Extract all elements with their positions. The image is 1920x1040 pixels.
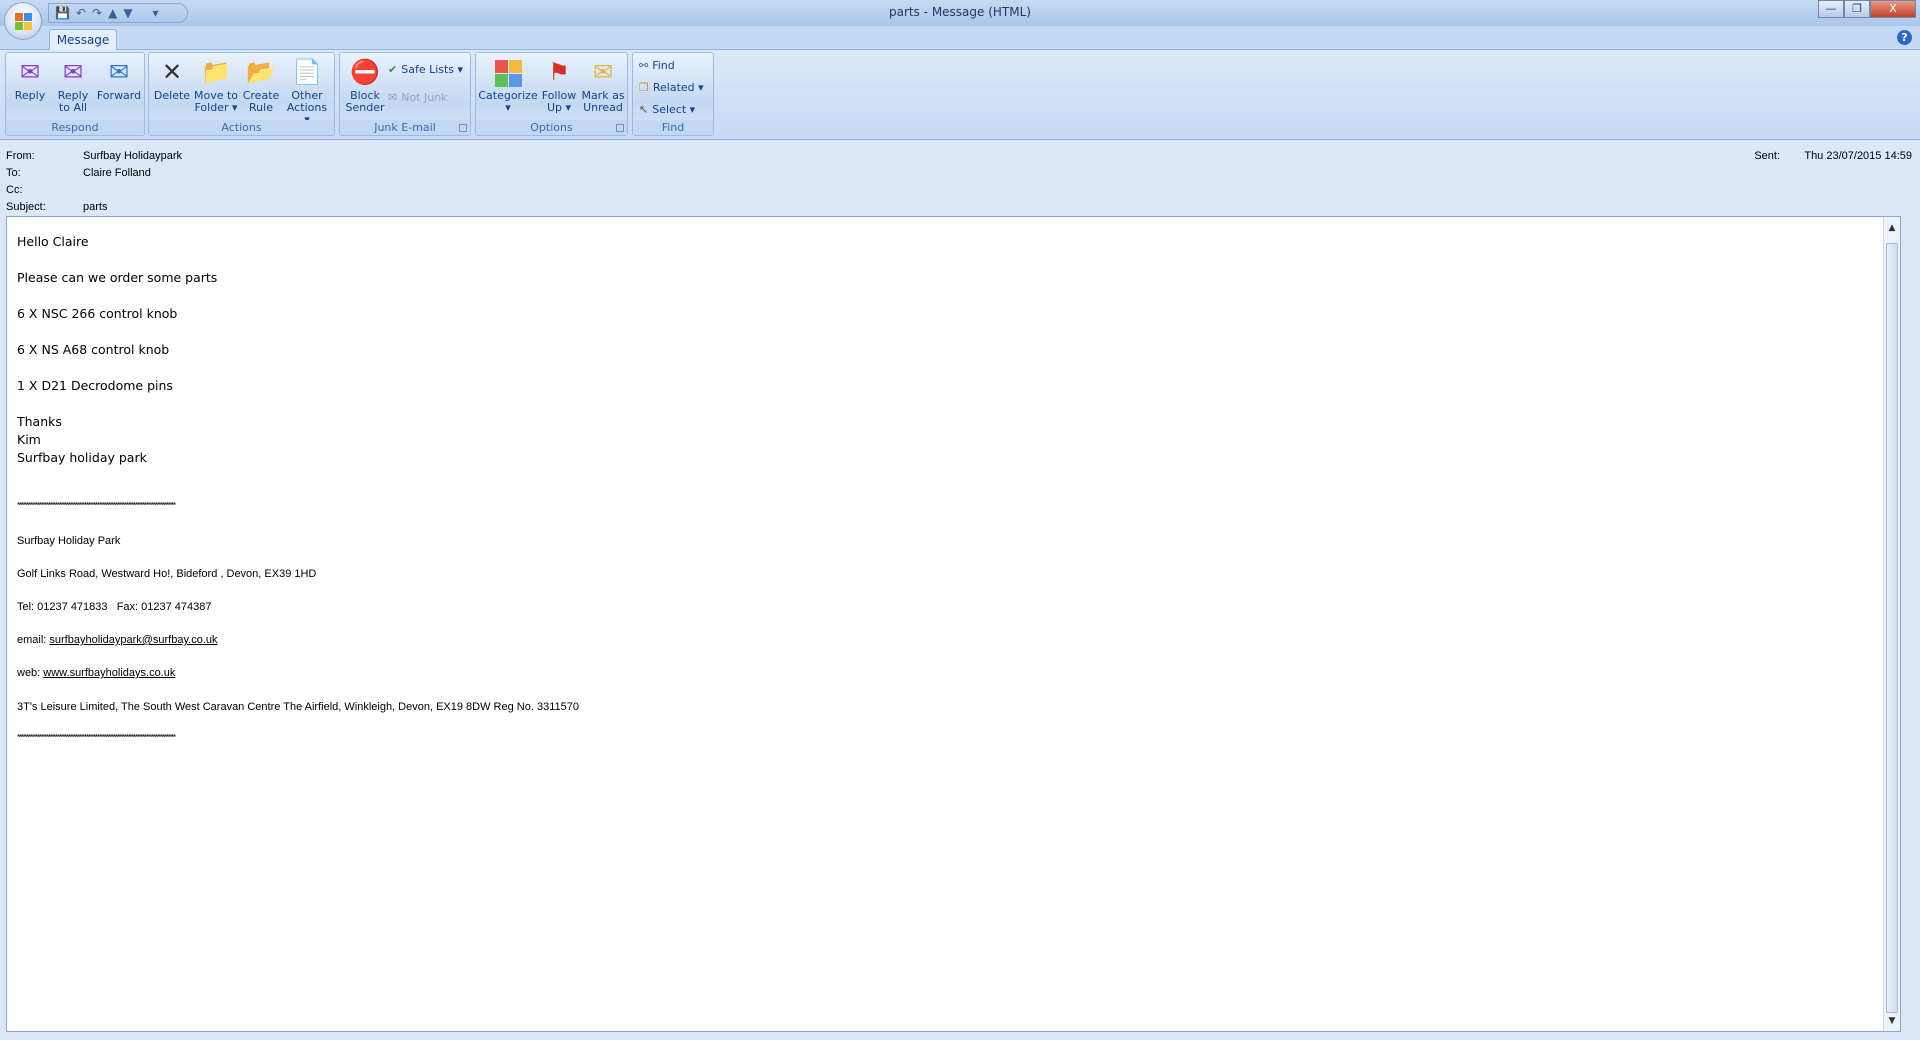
delete-icon: ✕ [161, 58, 183, 86]
create-rule-button[interactable]: 📂 Create Rule [241, 57, 281, 114]
subject-value: parts [83, 201, 108, 213]
to-label: To: [6, 167, 21, 179]
scroll-down-icon[interactable]: ▼ [1886, 1016, 1898, 1028]
not-junk-icon: ✉ [388, 91, 398, 104]
signature-company: 3T's Leisure Limited, The South West Car… [17, 701, 579, 713]
group-label: Options [476, 120, 627, 135]
signature-divider: ****************************************… [17, 733, 176, 742]
from-label: From: [6, 150, 35, 162]
dialog-launcher-icon[interactable] [459, 124, 467, 132]
cc-label: Cc: [6, 184, 23, 196]
follow-up-button[interactable]: ⚑ Follow Up ▾ [538, 57, 580, 114]
other-actions-button[interactable]: 📄OtherActions ▾ [283, 57, 331, 126]
flag-icon: ⚑ [548, 58, 570, 86]
rule-icon: 📂 [246, 58, 276, 86]
reply-all-icon: ✉ [62, 58, 84, 86]
delete-button[interactable]: ✕ Delete [153, 57, 191, 102]
close-button[interactable]: X [1870, 0, 1916, 18]
group-junk: ⛔ Block Sender ✔ Safe Lists ▾ ✉ Not Junk Jun… [339, 52, 471, 136]
find-button[interactable]: ⚯ Find [639, 59, 675, 72]
scroll-up-icon[interactable]: ▲ [1886, 223, 1898, 235]
vertical-scrollbar[interactable]: ▲ ▼ [1883, 217, 1900, 1031]
safe-lists-icon: ✔ [388, 63, 398, 76]
scroll-thumb[interactable] [1886, 243, 1898, 1013]
block-sender-icon: ⛔ [350, 58, 380, 86]
web-link[interactable]: www.surfbayholidays.co.uk [43, 667, 175, 679]
group-label: Find [633, 120, 713, 135]
group-label: Junk E-mail [340, 120, 470, 135]
message-header: From: Surfbay Holidaypark To: Claire Fol… [0, 141, 1920, 216]
signature-email-line: email: surfbayholidaypark@surfbay.co.uk [17, 634, 218, 646]
subject-label: Subject: [6, 201, 46, 213]
email-link[interactable]: surfbayholidaypark@surfbay.co.uk [49, 634, 217, 646]
order-item: 6 X NS A68 control knob [17, 342, 170, 357]
signature-web-line: web: www.surfbayholidays.co.uk [17, 667, 176, 679]
related-icon: ❐ [639, 81, 649, 94]
reply-all-button[interactable]: ✉ Reply to All [52, 57, 94, 114]
mark-as-unread-button[interactable]: ✉ Mark as Unread [580, 57, 626, 114]
sent-label: Sent: [1754, 150, 1780, 162]
closing-line: Thanks [17, 414, 62, 429]
request-line: Please can we order some parts [17, 270, 218, 285]
tab-message[interactable]: Message [49, 29, 117, 51]
ribbon: ✉ Reply ✉ Reply to All ✉ Forward Respond ✕ De… [0, 50, 1920, 140]
envelope-icon: ✉ [592, 58, 614, 86]
forward-icon: ✉ [108, 58, 130, 86]
to-value[interactable]: Claire Folland [83, 167, 151, 179]
block-sender-button[interactable]: ⛔ Block Sender [343, 57, 387, 114]
related-button[interactable]: ❐ Related ▾ [639, 81, 704, 94]
window-title: parts - Message (HTML) [889, 5, 1031, 19]
signature-phone: Tel: 01237 471833 Fax: 01237 474387 [17, 601, 212, 613]
group-respond: ✉ Reply ✉ Reply to All ✉ Forward Respond [5, 52, 145, 136]
signature-address: Golf Links Road, Westward Ho!, Bideford … [17, 568, 317, 580]
categorize-icon [493, 57, 523, 87]
not-junk-button: ✉ Not Junk [388, 91, 448, 104]
greeting: Hello Claire [17, 234, 89, 249]
help-icon[interactable]: ? [1897, 30, 1912, 45]
binoculars-icon: ⚯ [639, 59, 649, 72]
restore-button[interactable]: ❐ [1844, 0, 1870, 18]
title-bar: 💾 ↶ ↷ ▲ ▼ ▾ parts - Message (HTML) — ❐ X [0, 0, 1920, 26]
office-button[interactable] [4, 2, 42, 40]
order-item: 1 X D21 Decrodome pins [17, 378, 173, 393]
reply-button[interactable]: ✉ Reply [10, 57, 50, 102]
closing-line: Kim [17, 432, 41, 447]
categorize-button[interactable]: Categorize ▾ [478, 57, 538, 114]
sent-value: Thu 23/07/2015 14:59 [1804, 150, 1912, 162]
folder-icon: 📁 [201, 58, 231, 86]
select-button[interactable]: ↖ Select ▾ [639, 103, 695, 116]
group-label: Respond [6, 120, 144, 135]
safe-lists-button[interactable]: ✔ Safe Lists ▾ [388, 63, 463, 76]
group-find: ⚯ Find ❐ Related ▾ ↖ Select ▾ Find [632, 52, 714, 136]
forward-button[interactable]: ✉ Forward [96, 57, 142, 102]
closing-line: Surfbay holiday park [17, 450, 147, 465]
signature-divider: ****************************************… [17, 501, 176, 510]
message-body[interactable]: Hello Claire Please can we order some pa… [6, 216, 1901, 1032]
dialog-launcher-icon[interactable] [616, 124, 624, 132]
cursor-icon: ↖ [639, 103, 649, 116]
group-actions: ✕ Delete 📁 Move to Folder ▾ 📂 Create Rule 📄 Ot… [148, 52, 335, 136]
minimize-button[interactable]: — [1818, 0, 1844, 18]
from-value[interactable]: Surfbay Holidaypark [83, 150, 182, 162]
group-label: Actions [149, 120, 334, 135]
ribbon-tabs: Message ? [0, 26, 1920, 51]
group-options: Categorize ▾ ⚑ Follow Up ▾ ✉ Mark as Unread O… [475, 52, 628, 136]
document-icon: 📄 [292, 58, 322, 86]
move-to-folder-button[interactable]: 📁 Move to Folder ▾ [193, 57, 239, 114]
signature-name: Surfbay Holiday Park [17, 535, 121, 547]
reply-icon: ✉ [19, 58, 41, 86]
order-item: 6 X NSC 266 control knob [17, 306, 178, 321]
